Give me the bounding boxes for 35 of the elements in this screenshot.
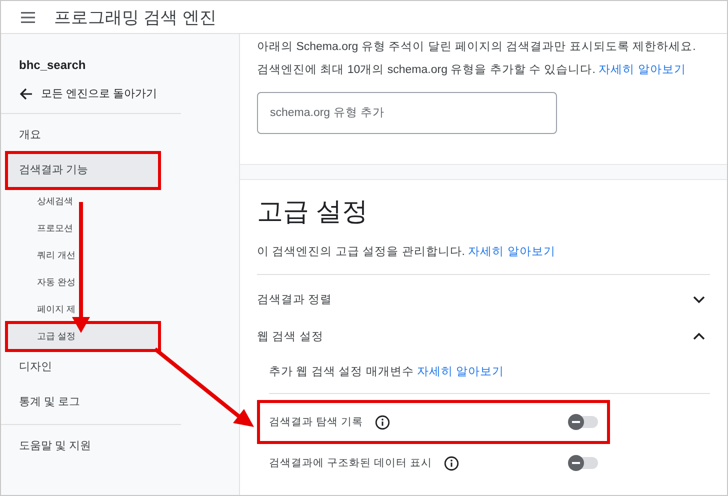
setting-label: 검색결과 탐색 기록 [269,415,363,429]
expansion-panel-header[interactable]: 웹 검색 설정 [257,318,710,355]
nav-item[interactable]: 개요 [1,118,181,153]
info-icon[interactable] [374,414,390,430]
nav-item[interactable]: 자동 완성 [1,269,181,296]
engine-name: bhc_search [19,58,87,72]
info-icon[interactable] [444,456,459,470]
nav-item[interactable]: 디자인 [1,350,181,385]
nav-item[interactable]: 쿼리 개선 [1,242,181,269]
learn-more-link[interactable]: 자세히 알아보기 [468,246,556,258]
app-title: 프로그래밍 검색 엔진 [54,6,216,28]
setting-label: 검색결과에 구조화된 데이터 표시 [269,456,432,470]
description-text: 아래의 Schema.org 유형 주석이 달린 페이지의 검색결과만 표시되도록 제한하세요. [257,40,697,55]
back-arrow-icon [19,88,33,100]
expansion-panel-header[interactable]: 검색결과 정렬 [257,281,710,318]
schema-type-field[interactable]: schema.org 유형 추가 [257,92,557,134]
nav-item[interactable]: 통계 및 로그 [1,385,181,420]
nav-item[interactable]: 도움말 및 지원 [1,429,181,464]
chevron-down-icon [692,294,706,305]
chevron-up-icon [692,331,706,342]
description-text: 이 검색엔진의 고급 설정을 관리합니다. 자세히 알아보기 [257,245,556,260]
nav-item[interactable]: 고급 설정 [7,323,159,350]
description-text: 추가 웹 검색 설정 매개변수 자세히 알아보기 [269,365,506,380]
nav-item[interactable]: 프로모션 [1,215,181,242]
section-heading: 고급 설정 [257,195,370,228]
description-text: 검색엔진에 최대 10개의 schema.org 유형을 추가할 수 있습니다. 자세히 알아보기 [257,63,687,78]
back-link[interactable]: 모든 엔진으로 돌아가기 [19,86,239,101]
nav-item[interactable]: 검색결과 기능 [7,153,159,188]
toggle-switch[interactable] [570,416,598,428]
learn-more-link[interactable]: 자세히 알아보기 [598,64,686,76]
learn-more-link[interactable]: 자세히 알아보기 [416,366,504,378]
nav-item[interactable]: 상세검색 [1,188,181,215]
toggle-switch[interactable] [570,457,598,469]
nav-item[interactable]: 페이지 제 [1,296,181,323]
menu-icon[interactable] [21,12,35,22]
